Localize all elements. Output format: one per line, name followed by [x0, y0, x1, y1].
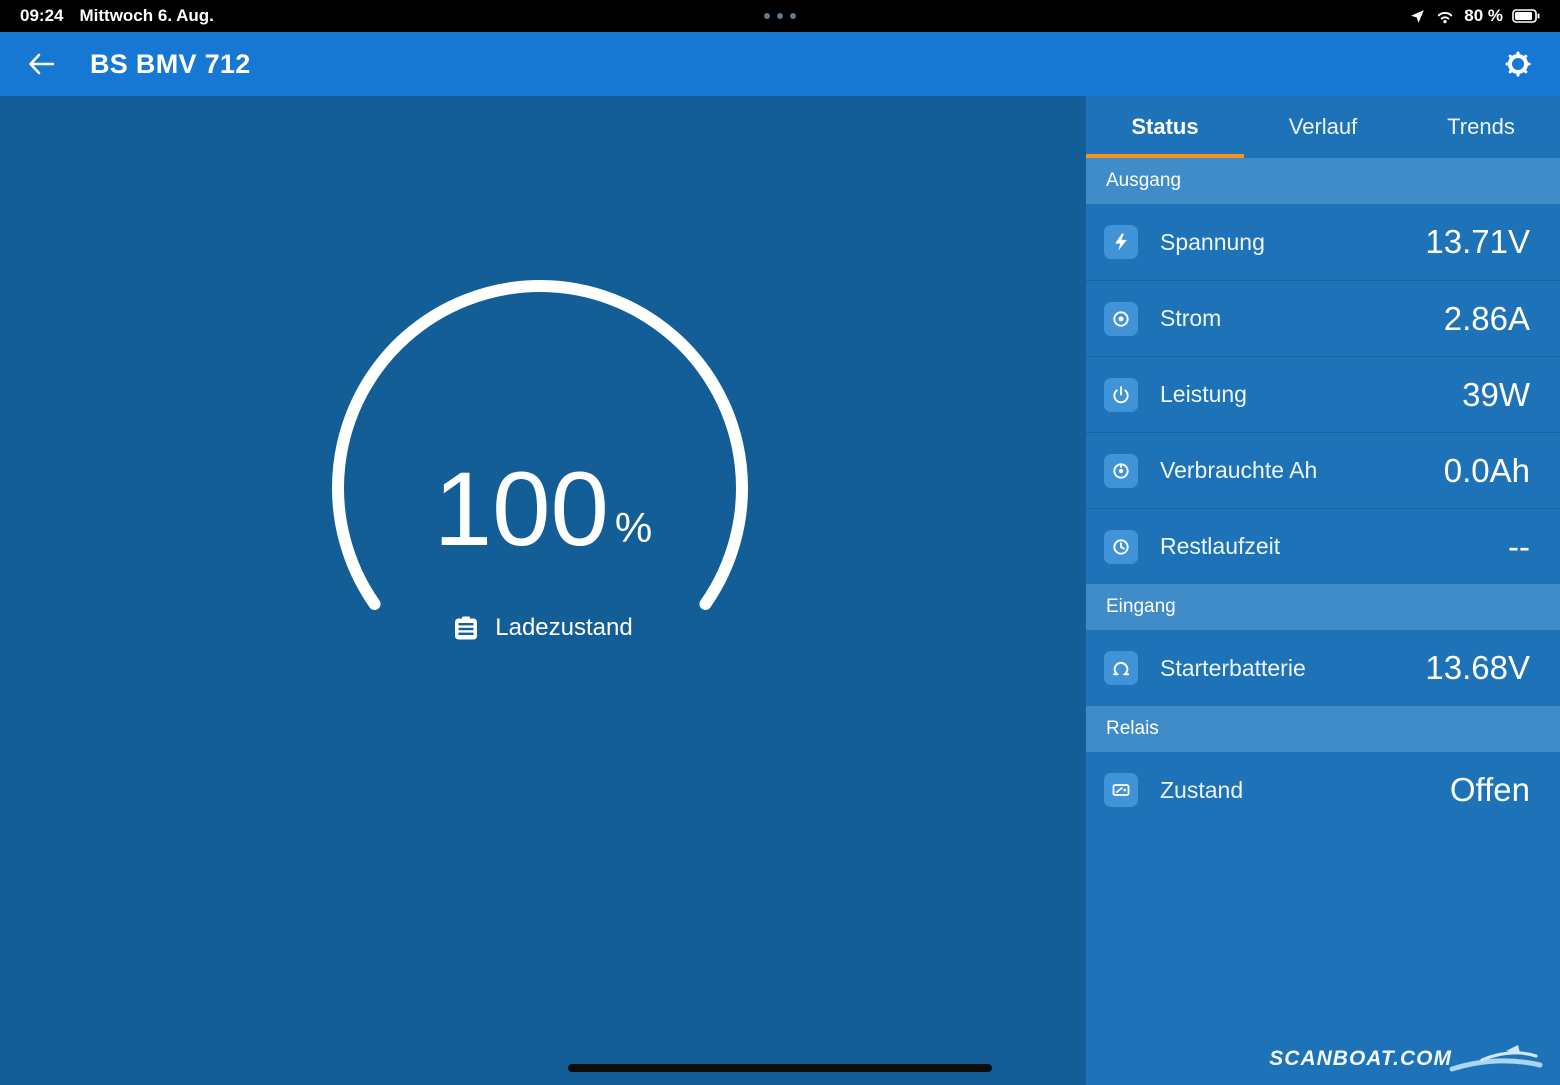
consumed-ah-icon [1104, 454, 1138, 488]
relay-icon [1104, 773, 1138, 807]
back-button[interactable] [26, 51, 56, 77]
row-spannung: Spannung 13.71V [1086, 204, 1560, 280]
section-header-relais: Relais [1086, 706, 1560, 752]
row-strom: Strom 2.86A [1086, 280, 1560, 356]
scanboat-logo-icon [1448, 1039, 1544, 1079]
status-time: 09:24 [20, 6, 63, 26]
section-header-eingang: Eingang [1086, 584, 1560, 630]
battery-fill-icon [453, 616, 479, 640]
status-bar: 09:24 Mittwoch 6. Aug. 80 % [0, 0, 1560, 32]
soc-caption: Ladezustand [495, 614, 632, 642]
status-date: Mittwoch 6. Aug. [79, 6, 213, 26]
soc-unit: % [615, 504, 652, 552]
victron-connect-screen: 09:24 Mittwoch 6. Aug. 80 % [0, 0, 1560, 1085]
row-zustand: Zustand Offen [1086, 752, 1560, 828]
eingang-rows: Starterbatterie 13.68V [1086, 630, 1560, 706]
tab-trends[interactable]: Trends [1402, 96, 1560, 158]
status-panel: Status Verlauf Trends Ausgang Spannung 1… [1086, 96, 1560, 1085]
row-leistung: Leistung 39W [1086, 356, 1560, 432]
row-verbrauchte-ah: Verbrauchte Ah 0.0Ah [1086, 432, 1560, 508]
battery-icon [1512, 9, 1540, 23]
soc-number: 100 [434, 457, 609, 562]
row-restlaufzeit: Restlaufzeit -- [1086, 508, 1560, 584]
tab-status[interactable]: Status [1086, 96, 1244, 158]
section-header-ausgang: Ausgang [1086, 158, 1560, 204]
ausgang-rows: Spannung 13.71V Strom 2.86A [1086, 204, 1560, 584]
state-of-charge-value: 100 % [0, 422, 1086, 562]
home-indicator[interactable] [568, 1064, 992, 1072]
starter-battery-icon [1104, 651, 1138, 685]
app-bar: BS BMV 712 [0, 32, 1560, 96]
page-title: BS BMV 712 [90, 49, 251, 80]
power-icon [1104, 378, 1138, 412]
multitasking-dots-icon [764, 13, 796, 19]
wifi-icon [1435, 8, 1455, 24]
time-remaining-icon [1104, 530, 1138, 564]
current-icon [1104, 302, 1138, 336]
tab-verlauf[interactable]: Verlauf [1244, 96, 1402, 158]
row-starterbatterie: Starterbatterie 13.68V [1086, 630, 1560, 706]
relais-rows: Zustand Offen [1086, 752, 1560, 828]
battery-percent: 80 % [1464, 6, 1503, 26]
tab-bar: Status Verlauf Trends [1086, 96, 1560, 158]
location-icon [1409, 8, 1426, 25]
watermark-text: SCANBOAT.COM [1269, 1047, 1452, 1071]
gauge-pane: 100 % Ladezustand [0, 96, 1086, 1085]
scanboat-watermark: SCANBOAT.COM [1269, 1039, 1544, 1079]
gear-icon[interactable] [1502, 48, 1534, 80]
lightning-icon [1104, 225, 1138, 259]
state-of-charge-label: Ladezustand [0, 614, 1086, 642]
